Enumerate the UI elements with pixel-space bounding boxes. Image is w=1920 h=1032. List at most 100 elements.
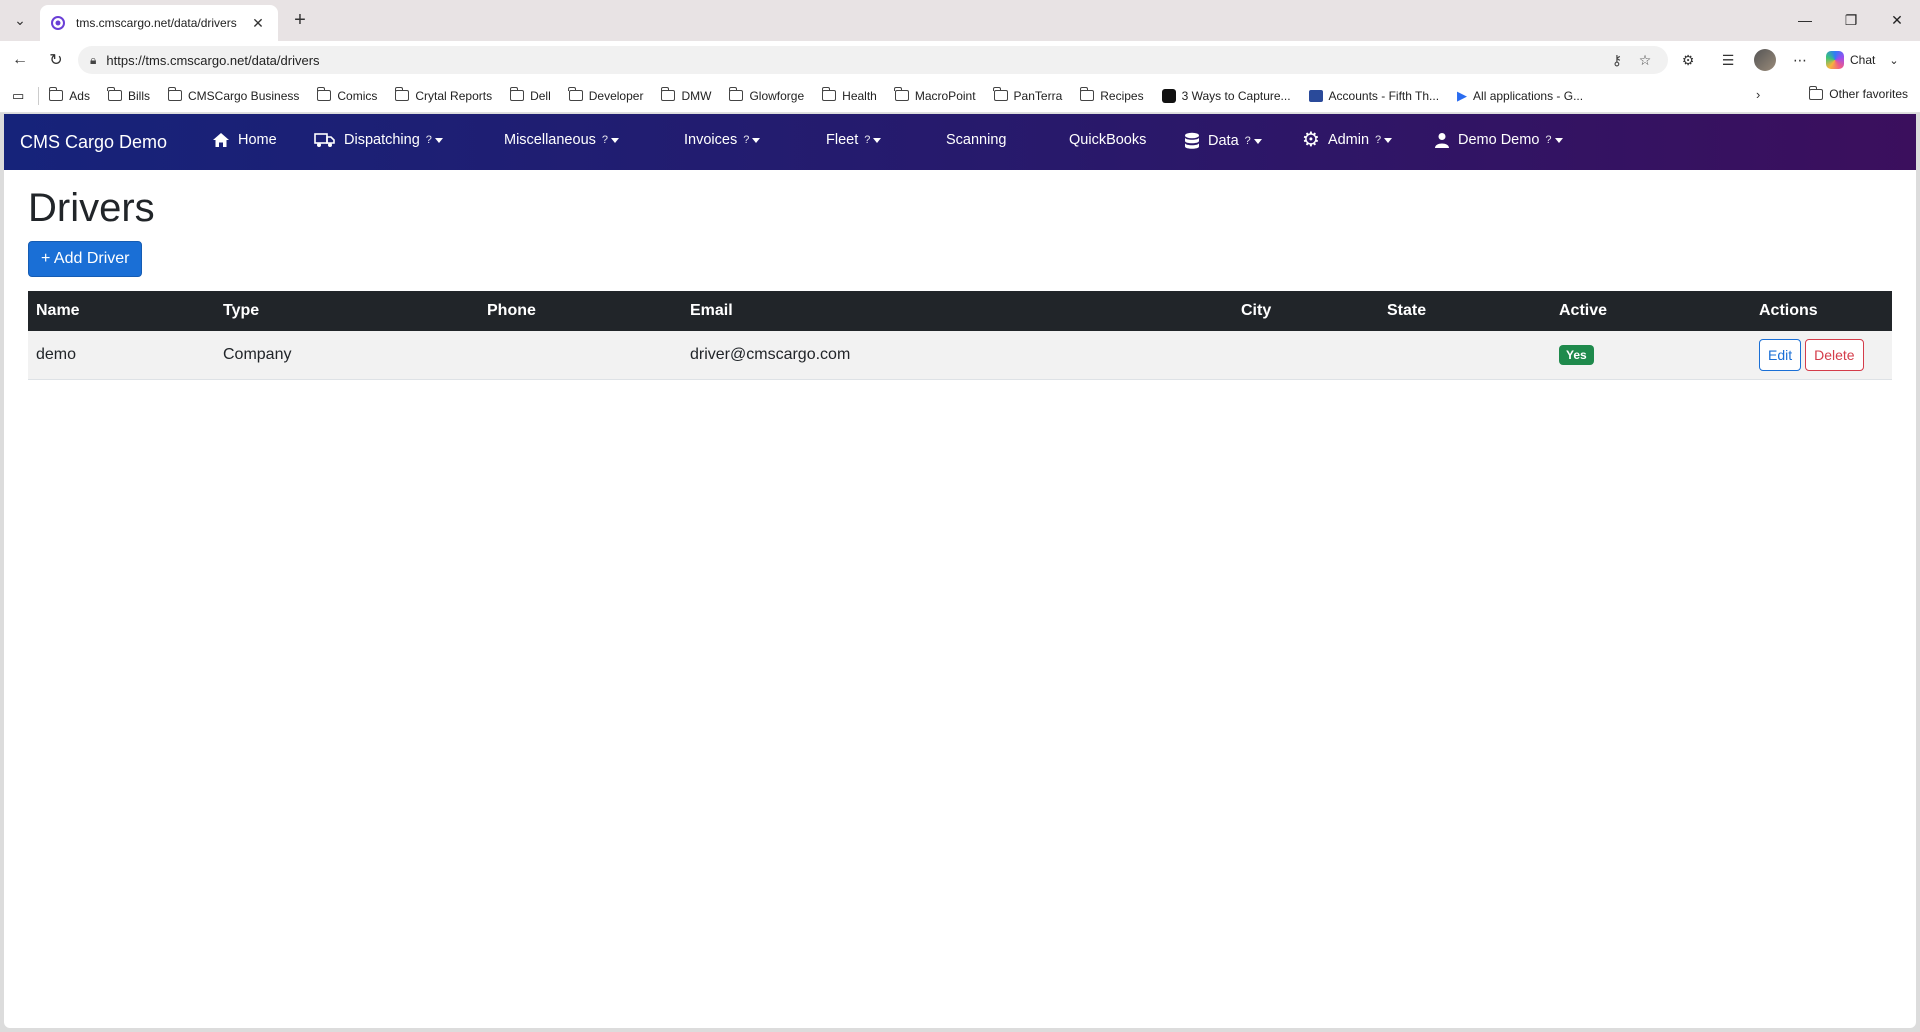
minimize-icon[interactable]: — — [1782, 6, 1828, 34]
bookmark-label: Dell — [530, 88, 551, 103]
back-arrow-icon[interactable]: ← — [6, 47, 34, 73]
copilot-chat-button[interactable]: Chat ⌄ — [1822, 47, 1914, 73]
col-header-type[interactable]: Type — [215, 291, 479, 331]
tab-list-chevron-icon[interactable]: ⌄ — [6, 8, 34, 32]
col-header-phone[interactable]: Phone — [479, 291, 682, 331]
window-close-icon[interactable]: ✕ — [1874, 6, 1920, 34]
bookmark-label: MacroPoint — [914, 88, 976, 103]
reload-icon[interactable]: ↻ — [42, 47, 70, 73]
user-icon — [1435, 133, 1449, 148]
nav-quickbooks[interactable]: QuickBooks — [1069, 132, 1146, 148]
app-brand[interactable]: CMS Cargo Demo — [20, 132, 167, 153]
bookmark-label: 3 Ways to Capture... — [1181, 88, 1291, 103]
folder-icon — [568, 87, 583, 101]
copilot-logo-icon — [1826, 51, 1844, 69]
help-mark: ? — [743, 134, 750, 146]
folder-icon — [821, 87, 837, 101]
caret-down-icon — [1554, 137, 1563, 143]
help-mark: ? — [1244, 135, 1251, 147]
tab-close-icon[interactable]: ✕ — [248, 15, 268, 32]
address-bar[interactable]: 🔒︎ https://tms.cmscargo.net/data/drivers… — [78, 46, 1668, 74]
home-icon — [213, 133, 229, 147]
bookmark-label: Bills — [127, 88, 150, 103]
tab-title: tms.cmscargo.net/data/drivers — [76, 16, 237, 30]
bookmark-recipes[interactable]: Recipes — [1079, 87, 1144, 103]
bookmark-cmscargo-business[interactable]: CMSCargo Business — [167, 87, 300, 103]
nav-dispatching[interactable]: Dispatching ? — [314, 132, 443, 148]
gear-icon: ⚙ — [1302, 129, 1320, 151]
nav-data-label: Data — [1208, 133, 1239, 149]
bookmarks-overflow-chevron-icon[interactable]: › — [1756, 87, 1760, 102]
nav-scanning[interactable]: Scanning — [946, 132, 1006, 148]
col-header-email[interactable]: Email — [682, 291, 1233, 331]
dice-icon — [1161, 88, 1176, 103]
bookmark-crytal-reports[interactable]: Crytal Reports — [394, 87, 492, 103]
favorite-star-icon[interactable]: ☆ — [1634, 49, 1656, 71]
bookmark-all-applications[interactable]: ▶ All applications - G... — [1457, 88, 1583, 104]
nav-quickbooks-label: QuickBooks — [1069, 132, 1147, 148]
delete-button[interactable]: Delete — [1805, 338, 1864, 371]
bookmark-dell[interactable]: Dell — [509, 87, 551, 103]
bookmark-health[interactable]: Health — [821, 87, 877, 103]
cell-name: demo — [28, 331, 215, 380]
bookmark-glowforge[interactable]: Glowforge — [728, 87, 804, 103]
nav-admin[interactable]: ⚙ Admin ? — [1302, 129, 1393, 151]
database-icon — [1185, 132, 1199, 149]
bookmark-label: DMW — [681, 88, 712, 103]
bookmark-ads[interactable]: Ads — [48, 87, 90, 103]
nav-user-label: Demo Demo — [1458, 132, 1540, 148]
edit-button[interactable]: Edit — [1759, 338, 1802, 371]
nav-invoices[interactable]: Invoices ? — [684, 132, 761, 148]
folder-icon — [993, 87, 1008, 101]
nav-home[interactable]: Home — [212, 132, 277, 148]
site-info-icon[interactable]: 🔒︎ — [90, 53, 96, 68]
bookmark-dmw[interactable]: DMW — [660, 87, 712, 103]
tab-strip: ⌄ tms.cmscargo.net/data/drivers ✕ + — ❐ … — [0, 0, 1920, 41]
more-options-icon[interactable]: ⋯ — [1788, 49, 1812, 71]
bookmark-accounts[interactable]: Accounts - Fifth Th... — [1308, 89, 1439, 103]
password-key-icon[interactable]: ⚷ — [1606, 49, 1628, 71]
add-driver-button[interactable]: + Add Driver — [28, 241, 143, 277]
table-row: demo Company driver@cmscargo.com Yes Edi… — [28, 331, 1892, 380]
bookmark-other-favorites[interactable]: Other favorites — [1808, 85, 1908, 101]
app-navbar: CMS Cargo Demo Home Dispatching ? Miscel… — [4, 114, 1916, 170]
col-header-city[interactable]: City — [1233, 291, 1379, 331]
bank-icon — [1308, 89, 1323, 102]
browser-tab-active[interactable]: tms.cmscargo.net/data/drivers ✕ — [40, 5, 278, 41]
nav-home-label: Home — [238, 132, 277, 148]
caret-down-icon — [611, 137, 620, 143]
bookmark-comics[interactable]: Comics — [316, 87, 377, 103]
nav-user[interactable]: Demo Demo ? — [1434, 132, 1563, 148]
folder-icon — [48, 87, 64, 101]
bookmark-label: Recipes — [1100, 88, 1144, 103]
bookmark-label: CMSCargo Business — [188, 88, 300, 103]
help-mark: ? — [1545, 134, 1552, 146]
address-bar-url: https://tms.cmscargo.net/data/drivers — [106, 52, 320, 68]
page-title: Drivers — [28, 186, 155, 230]
col-header-state[interactable]: State — [1379, 291, 1551, 331]
profile-avatar[interactable] — [1754, 49, 1776, 71]
nav-miscellaneous[interactable]: Miscellaneous ? — [504, 132, 620, 148]
bookmark-bills[interactable]: Bills — [107, 87, 150, 103]
reading-view-icon[interactable]: ▭ — [12, 88, 24, 104]
col-header-active[interactable]: Active — [1551, 291, 1751, 331]
bookmark-label: Ads — [69, 88, 90, 103]
caret-down-icon — [1253, 138, 1262, 144]
new-tab-plus-icon[interactable]: + — [286, 8, 314, 32]
nav-data[interactable]: Data ? — [1184, 132, 1262, 150]
cell-phone — [479, 331, 682, 380]
favorites-list-icon[interactable]: ☰ — [1716, 49, 1740, 71]
bookmark-label: Developer — [588, 88, 644, 103]
bookmark-macropoint[interactable]: MacroPoint — [894, 87, 976, 103]
bookmark-panterra[interactable]: PanTerra — [993, 87, 1062, 103]
cell-actions: Edit Delete — [1751, 331, 1892, 380]
caret-down-icon — [752, 137, 761, 143]
col-header-name[interactable]: Name — [28, 291, 215, 331]
help-mark: ? — [864, 134, 871, 146]
drivers-table: Name Type Phone Email City State Active … — [28, 291, 1892, 380]
nav-fleet[interactable]: Fleet ? — [826, 132, 882, 148]
restore-icon[interactable]: ❐ — [1828, 6, 1874, 34]
bookmark-3-ways[interactable]: 3 Ways to Capture... — [1161, 88, 1291, 103]
bookmark-developer[interactable]: Developer — [568, 87, 644, 103]
extensions-icon[interactable]: ⚙ — [1676, 49, 1700, 71]
